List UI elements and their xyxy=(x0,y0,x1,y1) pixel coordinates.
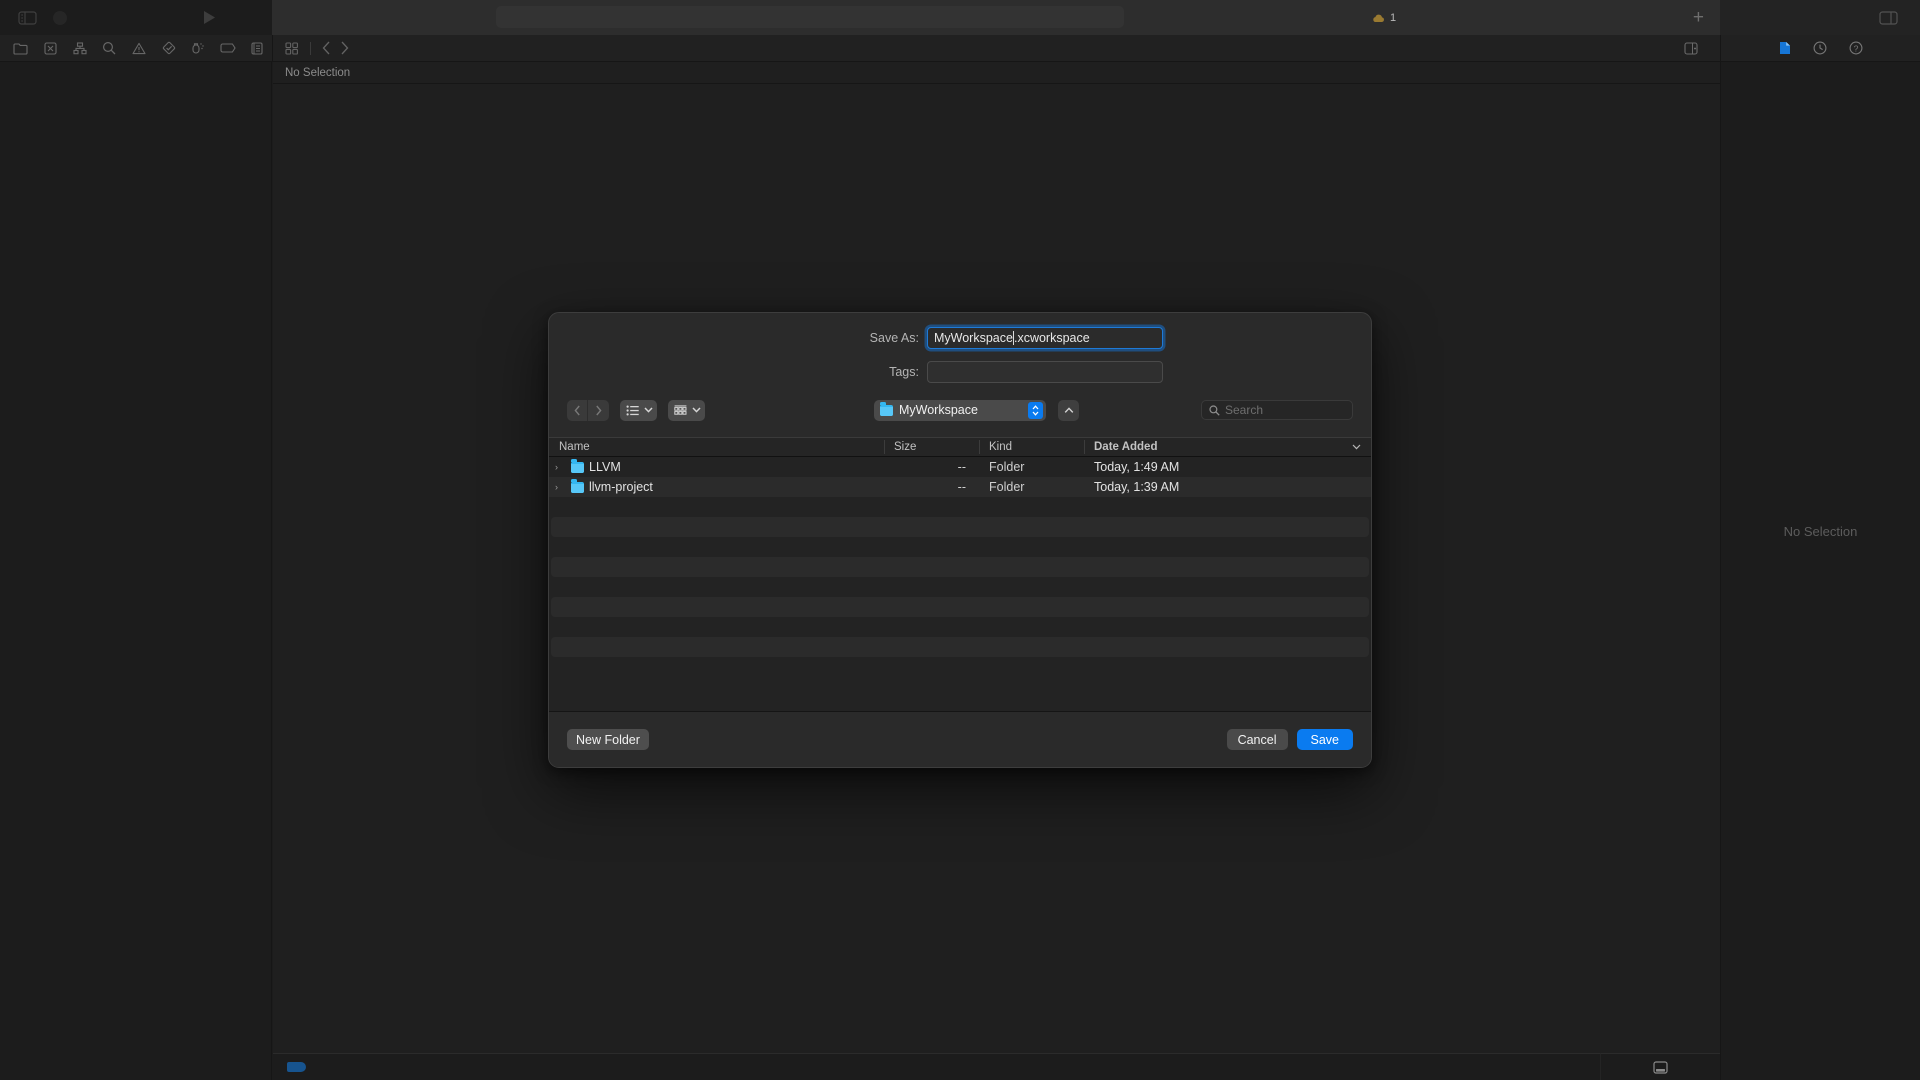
row-kind: Folder xyxy=(989,460,1025,474)
row-name: llvm-project xyxy=(589,480,653,494)
table-row[interactable]: › LLVM -- Folder Today, 1:49 AM xyxy=(549,457,1371,477)
chevron-right-icon[interactable]: › xyxy=(555,462,566,472)
search-input[interactable]: Search xyxy=(1201,400,1353,420)
dialog-back-button[interactable] xyxy=(567,400,588,421)
row-kind: Folder xyxy=(989,480,1025,494)
save-as-field-row: Save As: MyWorkspace .xcworkspace xyxy=(549,327,1371,349)
empty-list-row xyxy=(549,517,1371,537)
empty-list-row xyxy=(549,537,1371,557)
tags-input[interactable] xyxy=(927,361,1163,383)
chevron-right-icon[interactable]: › xyxy=(555,482,566,492)
row-size: -- xyxy=(957,460,966,474)
save-as-input[interactable]: MyWorkspace .xcworkspace xyxy=(927,327,1163,349)
folder-icon xyxy=(571,459,584,473)
search-placeholder: Search xyxy=(1225,403,1264,417)
empty-list-row xyxy=(549,497,1371,517)
location-popup-button[interactable]: MyWorkspace xyxy=(874,399,1046,421)
save-as-dialog: Save As: MyWorkspace.xcworkspace Tags: xyxy=(548,312,1372,768)
dialog-forward-button[interactable] xyxy=(588,400,609,421)
chevron-down-icon xyxy=(644,407,653,413)
save-button[interactable]: Save xyxy=(1296,729,1353,750)
empty-list-row xyxy=(549,617,1371,637)
xcode-window: 1 + ? No Selection No Selection Save As:… xyxy=(0,0,1920,1080)
file-list-column-headers: Name Size Kind Date Added xyxy=(549,437,1371,457)
view-mode-list-button[interactable] xyxy=(620,399,657,421)
group-by-button[interactable] xyxy=(668,399,705,421)
empty-list-row xyxy=(549,657,1371,677)
search-icon xyxy=(1209,404,1220,416)
list-view-icon xyxy=(626,405,639,416)
row-size: -- xyxy=(957,480,966,494)
table-row[interactable]: › llvm-project -- Folder Today, 1:39 AM xyxy=(549,477,1371,497)
empty-list-row xyxy=(549,597,1371,617)
row-date-added: Today, 1:39 AM xyxy=(1094,480,1180,494)
new-folder-button[interactable]: New Folder xyxy=(567,729,649,750)
dialog-action-buttons: Cancel Save xyxy=(1226,729,1353,750)
modal-layer: Save As: MyWorkspace.xcworkspace Tags: xyxy=(0,0,1920,1080)
save-as-value-after-caret: .xcworkspace xyxy=(1013,331,1090,345)
column-header-name-label: Name xyxy=(559,441,590,453)
row-date-added: Today, 1:49 AM xyxy=(1094,460,1180,474)
column-header-date-added-label: Date Added xyxy=(1094,441,1158,453)
column-header-kind[interactable]: Kind xyxy=(979,437,1084,457)
save-as-label: Save As: xyxy=(869,331,919,345)
icon-view-icon xyxy=(674,404,687,416)
empty-list-row xyxy=(549,557,1371,577)
go-up-button[interactable] xyxy=(1058,399,1079,421)
folder-icon xyxy=(880,402,893,416)
chevron-down-icon xyxy=(1352,444,1361,450)
dialog-toolbar: MyWorkspace Search xyxy=(549,393,1371,427)
empty-list-row xyxy=(549,577,1371,597)
folder-icon xyxy=(571,479,584,493)
empty-list-row xyxy=(549,637,1371,657)
dialog-footer: New Folder Cancel Save xyxy=(549,711,1371,767)
file-list[interactable]: › LLVM -- Folder Today, 1:49 AM › llvm-project… xyxy=(549,457,1371,711)
updown-stepper-icon[interactable] xyxy=(1028,401,1043,419)
navigation-segmented-control xyxy=(567,399,609,421)
column-header-name[interactable]: Name xyxy=(549,437,884,457)
column-header-size[interactable]: Size xyxy=(884,437,979,457)
cancel-button[interactable]: Cancel xyxy=(1226,729,1288,750)
row-name: LLVM xyxy=(589,460,621,474)
chevron-down-icon xyxy=(692,407,701,413)
save-as-value-before-caret: MyWorkspace xyxy=(934,331,1013,345)
column-header-kind-label: Kind xyxy=(989,441,1013,453)
location-label: MyWorkspace xyxy=(899,403,978,417)
tags-field-row: Tags: xyxy=(549,361,1371,383)
column-header-date-added[interactable]: Date Added xyxy=(1084,437,1371,457)
tags-label: Tags: xyxy=(889,365,919,379)
column-header-size-label: Size xyxy=(894,441,917,453)
